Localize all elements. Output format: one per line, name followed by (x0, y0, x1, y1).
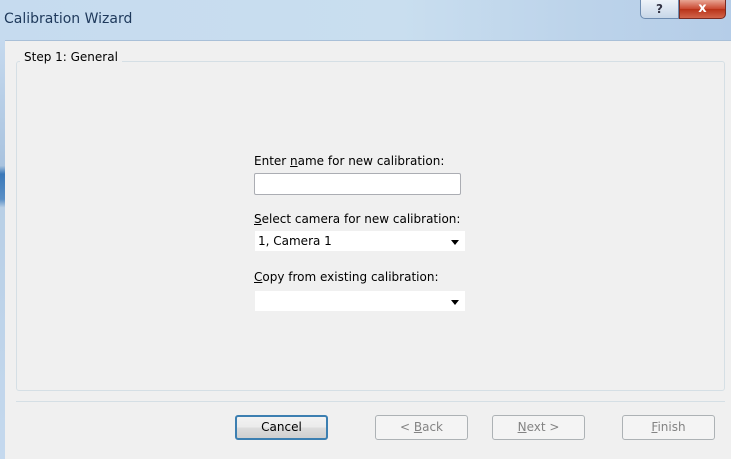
cancel-button-label: Cancel (261, 420, 302, 434)
name-field-label: Enter name for new calibration: (254, 154, 445, 168)
copy-calibration-select[interactable] (254, 290, 466, 312)
step-legend: Step 1: General (20, 50, 122, 64)
close-icon: x (698, 1, 707, 16)
camera-select-label: Select camera for new calibration: (254, 212, 461, 226)
close-button[interactable]: x (679, 0, 726, 19)
copy-select-label: Copy from existing calibration: (254, 270, 439, 284)
window-frame-left (0, 40, 5, 459)
step-groupbox (16, 61, 725, 391)
back-button[interactable]: < Back (375, 415, 468, 440)
cancel-button[interactable]: Cancel (235, 415, 328, 440)
chevron-down-icon[interactable] (451, 300, 459, 305)
chevron-down-icon[interactable] (451, 240, 459, 245)
calibration-wizard-window: Calibration Wizard ? x Step 1: General E… (0, 0, 731, 459)
camera-select[interactable]: 1, Camera 1 (254, 230, 466, 252)
next-button[interactable]: Next > (492, 415, 585, 440)
finish-button-label: Finish (651, 420, 686, 434)
calibration-name-input[interactable] (254, 173, 461, 195)
finish-button[interactable]: Finish (622, 415, 715, 440)
window-title: Calibration Wizard (4, 11, 133, 27)
help-button[interactable]: ? (640, 0, 679, 19)
back-button-label: < Back (399, 420, 443, 434)
next-button-label: Next > (517, 420, 560, 434)
camera-select-value: 1, Camera 1 (258, 234, 332, 248)
title-bar[interactable]: Calibration Wizard ? x (0, 0, 731, 41)
help-icon: ? (656, 2, 663, 16)
button-divider (16, 401, 725, 402)
